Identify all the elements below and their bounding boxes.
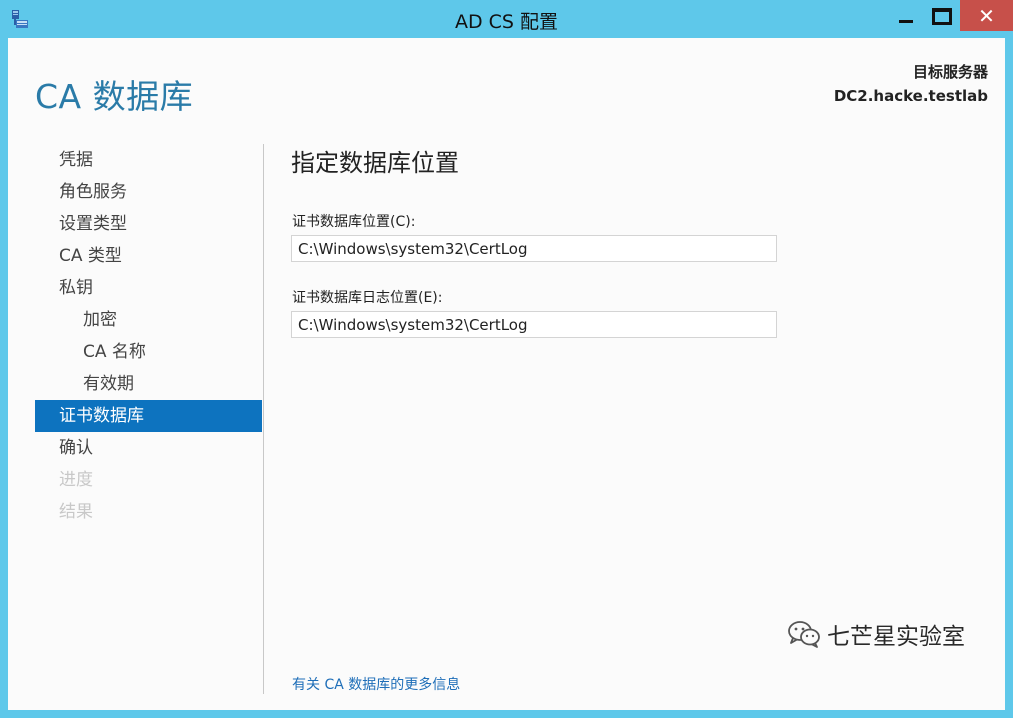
watermark-text: 七芒星实验室 [827, 624, 965, 650]
close-button[interactable]: ✕ [960, 0, 1013, 31]
maximize-icon [932, 7, 952, 25]
wechat-icon [788, 621, 820, 648]
nav-item-credentials[interactable]: 凭据 [35, 144, 262, 176]
wizard-nav: 凭据 角色服务 设置类型 CA 类型 私钥 加密 CA 名称 有效期 证书数据库… [35, 144, 262, 528]
db-location-label: 证书数据库位置(C): [292, 214, 416, 230]
nav-item-role-services[interactable]: 角色服务 [35, 176, 262, 208]
maximize-button[interactable] [924, 2, 960, 30]
nav-item-validity-period[interactable]: 有效期 [35, 368, 262, 400]
more-info-link[interactable]: 有关 CA 数据库的更多信息 [292, 674, 460, 694]
nav-item-progress: 进度 [59, 470, 93, 490]
watermark: 七芒星实验室 [787, 617, 965, 651]
log-location-input[interactable] [291, 311, 777, 338]
nav-divider [263, 144, 264, 694]
nav-item-private-key[interactable]: 私钥 [35, 272, 262, 304]
nav-item-ca-type[interactable]: CA 类型 [35, 240, 262, 272]
section-title: 指定数据库位置 [291, 149, 459, 177]
minimize-icon [899, 19, 913, 23]
nav-item-setup-type[interactable]: 设置类型 [35, 208, 262, 240]
target-server-name: DC2.hacke.testlab [833, 87, 988, 105]
nav-item-ca-name[interactable]: CA 名称 [35, 336, 262, 368]
log-location-label: 证书数据库日志位置(E): [292, 290, 443, 306]
page-title: CA 数据库 [35, 77, 194, 116]
dialog-client-area: CA 数据库 目标服务器 DC2.hacke.testlab 凭据 角色服务 设… [8, 38, 1005, 710]
nav-item-cryptography[interactable]: 加密 [35, 304, 262, 336]
target-server-label: 目标服务器 [912, 63, 988, 81]
title-bar: AD CS 配置 ✕ [0, 0, 1013, 38]
nav-item-confirmation[interactable]: 确认 [35, 432, 262, 464]
close-icon: ✕ [978, 3, 995, 28]
window-title: AD CS 配置 [454, 11, 559, 33]
nav-item-certificate-database[interactable]: 证书数据库 [35, 400, 262, 432]
db-location-input[interactable] [291, 235, 777, 262]
minimize-button[interactable] [888, 2, 924, 30]
nav-item-results: 结果 [59, 502, 93, 522]
